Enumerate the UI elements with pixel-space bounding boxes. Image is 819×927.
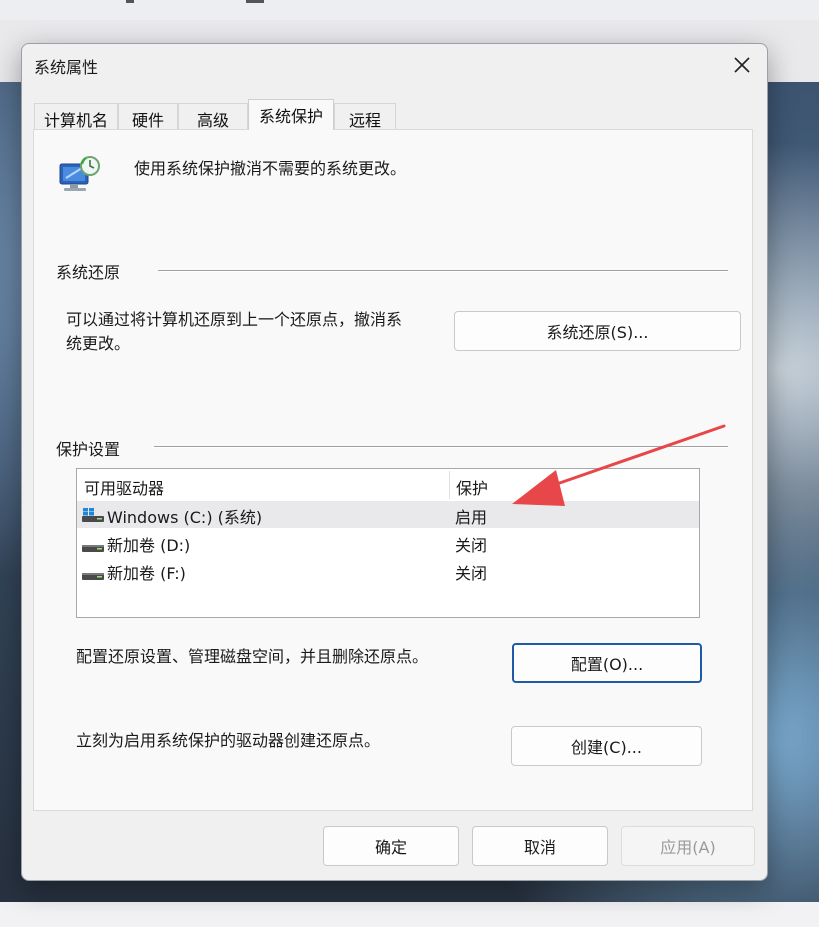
- tab-label: 硬件: [131, 111, 164, 130]
- window-title: 系统属性: [34, 58, 99, 77]
- description-line: 可以通过将计算机还原到上一个还原点，撤消系: [66, 310, 403, 329]
- protection-status: 关闭: [455, 564, 488, 583]
- configure-description: 配置还原设置、管理磁盘空间，并且删除还原点。: [76, 647, 429, 666]
- configure-button[interactable]: 配置(O)...: [512, 643, 702, 683]
- background-top-strip: [0, 0, 819, 20]
- drive-icon: [82, 566, 104, 585]
- cancel-button[interactable]: 取消: [472, 826, 608, 866]
- tab-computer-name[interactable]: 计算机名: [34, 103, 118, 130]
- list-header: 可用驱动器 保护: [77, 469, 699, 501]
- system-restore-button[interactable]: 系统还原(S)...: [454, 311, 741, 351]
- windows-drive-icon: [82, 507, 104, 526]
- tab-advanced[interactable]: 高级: [178, 103, 248, 130]
- background-mark: [126, 0, 134, 3]
- system-protection-icon: [56, 154, 102, 200]
- create-description: 立刻为启用系统保护的驱动器创建还原点。: [76, 731, 381, 750]
- tab-label: 高级: [196, 111, 229, 130]
- background-mark: [246, 0, 264, 3]
- system-properties-dialog: 系统属性 计算机名 硬件 高级 系统保护 远程 使用系统保护撤消不需要的系统更改…: [21, 43, 768, 881]
- create-button[interactable]: 创建(C)...: [511, 726, 702, 766]
- tab-remote[interactable]: 远程: [334, 103, 396, 130]
- drive-row-c[interactable]: Windows (C:) (系统) 启用: [77, 501, 699, 528]
- title-bar[interactable]: 系统属性: [22, 44, 767, 92]
- close-button[interactable]: [725, 50, 759, 80]
- tab-label: 计算机名: [43, 111, 108, 130]
- button-label: 确定: [374, 838, 407, 857]
- tab-label: 远程: [348, 111, 381, 130]
- column-separator[interactable]: [449, 471, 450, 499]
- drive-icon: [82, 538, 104, 557]
- protection-settings-group-label: 保护设置: [56, 440, 121, 459]
- group-divider: [154, 446, 728, 448]
- protection-status: 启用: [455, 508, 488, 527]
- close-icon: [734, 57, 750, 73]
- drive-row-d[interactable]: 新加卷 (D:) 关闭: [77, 529, 699, 556]
- button-label: 系统还原(S)...: [546, 323, 649, 342]
- tab-hardware[interactable]: 硬件: [118, 103, 178, 130]
- button-label: 取消: [523, 838, 556, 857]
- background-bottom-strip: [0, 902, 819, 927]
- protection-status: 关闭: [455, 536, 488, 555]
- column-header-drive[interactable]: 可用驱动器: [84, 475, 164, 499]
- description-line: 统更改。: [66, 334, 131, 353]
- group-divider: [158, 270, 728, 272]
- tab-label: 系统保护: [258, 107, 323, 126]
- system-restore-description: 可以通过将计算机还原到上一个还原点，撤消系 统更改。: [66, 308, 402, 356]
- system-restore-group-label: 系统还原: [56, 263, 121, 282]
- button-label: 创建(C)...: [571, 738, 642, 757]
- intro-text: 使用系统保护撤消不需要的系统更改。: [134, 159, 407, 178]
- button-label: 应用(A): [660, 838, 716, 857]
- apply-button[interactable]: 应用(A): [621, 826, 755, 866]
- drive-name: Windows (C:) (系统): [107, 508, 263, 527]
- system-protection-panel: 使用系统保护撤消不需要的系统更改。 系统还原 可以通过将计算机还原到上一个还原点…: [33, 129, 753, 811]
- drive-name: 新加卷 (F:): [107, 564, 186, 583]
- button-label: 配置(O)...: [570, 655, 644, 674]
- tab-system-protection[interactable]: 系统保护: [248, 99, 334, 130]
- column-header-protection[interactable]: 保护: [456, 475, 488, 499]
- drive-list[interactable]: 可用驱动器 保护 Windows (C:) (系统) 启用 新加卷 (D:) 关…: [76, 468, 700, 618]
- drive-name: 新加卷 (D:): [107, 536, 191, 555]
- ok-button[interactable]: 确定: [323, 826, 459, 866]
- drive-row-f[interactable]: 新加卷 (F:) 关闭: [77, 557, 699, 584]
